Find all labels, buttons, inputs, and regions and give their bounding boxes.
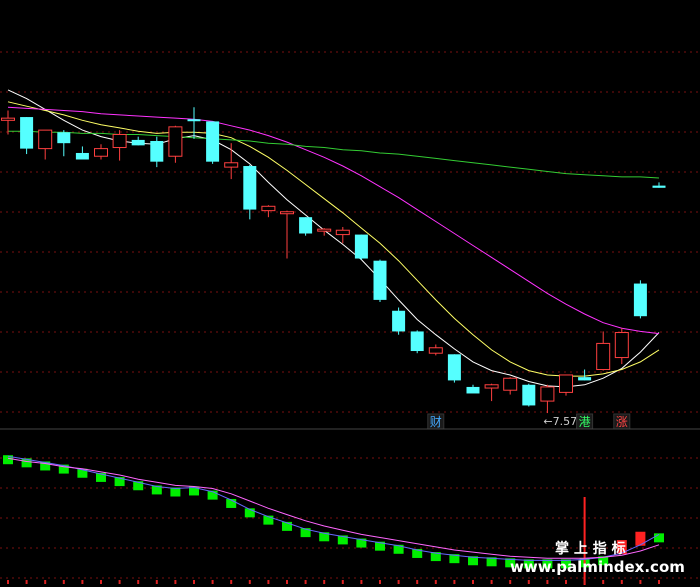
candle-body [224, 162, 239, 168]
candle-body [317, 228, 332, 232]
candle-body [633, 283, 647, 317]
indicator-tick [379, 580, 381, 584]
indicator-tick [416, 580, 419, 584]
indicator-tick [44, 580, 47, 584]
candle-body [75, 152, 89, 160]
indicator-tick [267, 580, 270, 584]
candle-body [94, 148, 108, 157]
indicator-tick [155, 580, 158, 584]
ma-line [7, 106, 660, 335]
candle-body [57, 132, 71, 144]
candle-body [447, 354, 461, 381]
indicator-tick [118, 580, 121, 584]
indicator-tick [100, 580, 102, 584]
ma-line [7, 89, 660, 388]
indicator-tick [62, 580, 65, 584]
watermark-url: www.palmindex.com [510, 558, 685, 576]
indicator-tick [248, 580, 251, 584]
candle-body [522, 384, 536, 406]
indicator-tick [620, 580, 623, 584]
candle-body [150, 141, 164, 162]
candle-body [559, 374, 573, 393]
candle-body [112, 133, 127, 149]
indicator-tick [434, 580, 437, 584]
low-price-label: ←7.57 [543, 415, 577, 428]
indicator-tick [360, 580, 363, 584]
indicator-tick [602, 580, 605, 584]
moving-average-lines [7, 89, 660, 388]
indicator-tick [565, 580, 567, 584]
candle-body [540, 386, 555, 402]
candle-body [354, 234, 368, 259]
candle-body [428, 347, 443, 354]
indicator-tick [639, 580, 642, 584]
indicator-tick [230, 580, 233, 584]
indicator-tick [397, 580, 400, 584]
indicator-tick [211, 580, 214, 584]
candle-body [187, 119, 201, 122]
indicator-tick [546, 580, 549, 584]
candle-body [596, 342, 611, 371]
indicator-tick [304, 580, 307, 584]
candle-body [652, 185, 666, 188]
indicator-tick [81, 580, 84, 584]
candle-body [410, 331, 424, 352]
candle-body [392, 310, 406, 332]
candle-body [280, 211, 294, 215]
signal-badge-text: 涨 [616, 414, 628, 429]
indicator-tick [490, 580, 493, 584]
signal-badge-text: 港 [579, 415, 591, 429]
candle-body [38, 129, 53, 150]
signal-badges: 财港涨 [427, 413, 631, 430]
candle-body [299, 217, 313, 234]
candlesticks [1, 107, 666, 414]
candle-body [503, 377, 518, 391]
indicator-bar [635, 531, 646, 546]
indicator-tick [509, 580, 512, 584]
signal-badge-text: 财 [430, 415, 442, 429]
indicator-tick [341, 580, 344, 584]
indicator-tick [25, 580, 28, 584]
candle-body [373, 260, 387, 300]
candle-body [1, 117, 15, 121]
indicator-tick [286, 580, 288, 584]
candle-body [261, 205, 276, 212]
indicator-tick [527, 580, 530, 584]
candle-body [243, 166, 257, 210]
indicator-tick [323, 580, 326, 584]
chart-canvas: ←7.57 财 港 涨 掌 上 指 标 www.palmindex.com [0, 51, 700, 585]
candle-body [168, 126, 183, 157]
indicator-tick [472, 580, 474, 584]
indicator-tick [583, 580, 586, 584]
candle-body [20, 117, 34, 149]
candle-body [614, 332, 629, 359]
indicator-tick [174, 580, 177, 584]
watermark-title: 掌 上 指 标 [555, 540, 626, 557]
indicator-tick [7, 580, 9, 584]
indicator-tick [453, 580, 456, 584]
candle-body [484, 384, 499, 389]
candle-body [578, 377, 592, 381]
indicator-tick [137, 580, 140, 584]
candle-body [206, 121, 220, 162]
indicator-tick [658, 580, 660, 584]
grid [0, 51, 700, 413]
indicator-tick [193, 580, 195, 584]
ma-line [7, 101, 660, 377]
candle-body [131, 139, 145, 146]
candle-body [466, 386, 480, 394]
candle-body [335, 229, 350, 236]
